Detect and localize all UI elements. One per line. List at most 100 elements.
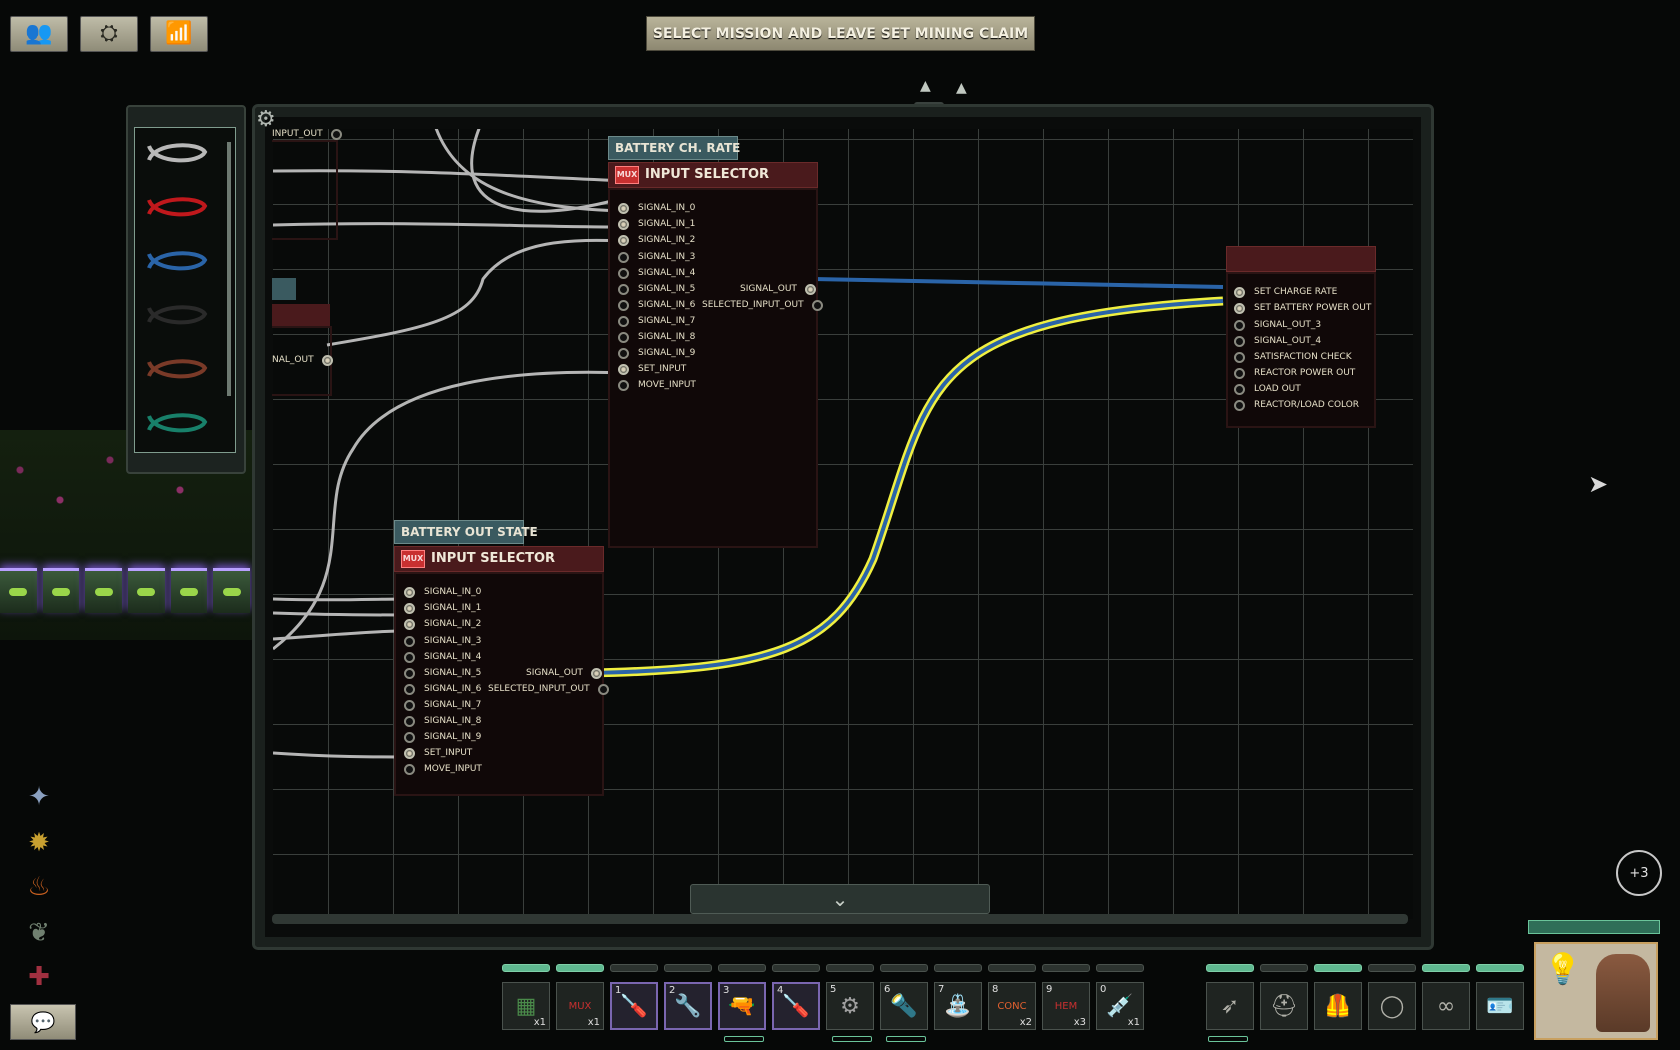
pin-load-out[interactable]: LOAD OUT [1234, 381, 1301, 397]
pin-set-charge-rate[interactable]: SET CHARGE RATE [1234, 284, 1337, 300]
crew-button[interactable]: 👥 [10, 16, 68, 52]
wire-white[interactable] [145, 138, 209, 168]
wire[interactable] [273, 597, 408, 602]
pin-signal-in-6[interactable]: SIGNAL_IN_6 [618, 297, 695, 313]
pin-reactor-load-color[interactable]: REACTOR/LOAD COLOR [1234, 397, 1359, 413]
connector[interactable] [404, 747, 415, 759]
connector[interactable] [618, 331, 629, 343]
hotbar-slot-8[interactable]: CONC 8 x2 [988, 982, 1036, 1030]
notification-badge[interactable]: +3 [1616, 850, 1662, 896]
wire-blue-connected[interactable] [812, 277, 1224, 289]
hotbar-slot-7[interactable]: ⛲ 7 [934, 982, 982, 1030]
connector[interactable] [404, 763, 415, 775]
wire-brown[interactable] [145, 354, 209, 384]
mechanic-skill-icon[interactable]: ✦ [20, 778, 58, 816]
connector[interactable] [618, 234, 629, 246]
connector[interactable] [404, 667, 415, 679]
node-header[interactable]: MUX INPUT SELECTOR [394, 546, 604, 572]
wire-blue[interactable] [145, 246, 209, 276]
fire-skill-icon[interactable]: ♨ [20, 868, 58, 906]
pin-signal-in-3[interactable]: SIGNAL_IN_3 [618, 249, 695, 265]
connector[interactable] [404, 651, 415, 663]
pin-signal-out-4[interactable]: SIGNAL_OUT_4 [1234, 333, 1321, 349]
collapse-button[interactable]: ⌄ [690, 884, 990, 914]
pin-signal-in-0[interactable]: SIGNAL_IN_0 [618, 200, 695, 216]
chat-button[interactable]: 💬 [10, 1004, 76, 1040]
pin-move-input[interactable]: MOVE_INPUT [618, 377, 696, 393]
pin-signal-out[interactable]: SIGNAL_OUT [740, 281, 816, 297]
wire-green[interactable] [145, 408, 209, 438]
pin-signal-in-7[interactable]: SIGNAL_IN_7 [404, 697, 481, 713]
wire-red[interactable] [145, 192, 209, 222]
hotbar-slot-x1[interactable]: MUX x1 [556, 982, 604, 1030]
connector[interactable] [618, 315, 629, 327]
hotbar-slot-1[interactable]: 🪛 1 [610, 982, 658, 1030]
connector[interactable] [618, 347, 629, 359]
connector[interactable] [1234, 351, 1245, 363]
pin-signal-in-8[interactable]: SIGNAL_IN_8 [618, 329, 695, 345]
pin-signal-out-3[interactable]: SIGNAL_OUT_3 [1234, 317, 1321, 333]
equipment-slot[interactable]: 🦺 [1314, 982, 1362, 1030]
pin-signal-in-1[interactable]: SIGNAL_IN_1 [618, 216, 695, 232]
connector[interactable] [618, 283, 629, 295]
pin-set-input[interactable]: SET_INPUT [618, 361, 686, 377]
node-header[interactable] [1226, 246, 1376, 272]
wire[interactable] [470, 129, 628, 213]
pin-signal-in-4[interactable]: SIGNAL_IN_4 [618, 265, 695, 281]
pin-reactor-power-out[interactable]: REACTOR POWER OUT [1234, 365, 1355, 381]
pin-set-input[interactable]: SET_INPUT [404, 745, 472, 761]
connector[interactable] [404, 602, 415, 614]
connector[interactable] [1234, 302, 1245, 314]
pin-signal-in-0[interactable]: SIGNAL_IN_0 [404, 584, 481, 600]
node-header[interactable]: MUX INPUT SELECTOR [608, 162, 818, 188]
connector[interactable] [804, 283, 816, 295]
engineer-skill-icon[interactable]: ✹ [20, 824, 58, 862]
wire[interactable] [326, 238, 628, 347]
objective-banner[interactable]: SELECT MISSION AND LEAVE SET MINING CLAI… [646, 16, 1035, 51]
wire[interactable] [273, 751, 408, 759]
pin-signal-in-7[interactable]: SIGNAL_IN_7 [618, 313, 695, 329]
pin-signal-in-4[interactable]: SIGNAL_IN_4 [404, 649, 481, 665]
equipment-slot[interactable]: 🪪 [1476, 982, 1524, 1030]
wire[interactable] [433, 129, 628, 213]
pin-set-battery-power-out[interactable]: SET BATTERY POWER OUT [1234, 300, 1371, 316]
connector[interactable] [1234, 399, 1245, 411]
equipment-slot[interactable]: ◯ [1368, 982, 1416, 1030]
palette-scrollbar[interactable] [227, 142, 231, 396]
pin-move-input[interactable]: MOVE_INPUT [404, 761, 482, 777]
connector[interactable] [618, 363, 629, 375]
wire-black[interactable] [145, 300, 209, 330]
connector[interactable] [1234, 383, 1245, 395]
connector[interactable] [618, 218, 629, 230]
connector[interactable] [330, 128, 342, 140]
hotbar-slot-9[interactable]: HEM 9 x3 [1042, 982, 1090, 1030]
hotbar-slot-x0[interactable]: ▦ x1 [502, 982, 550, 1030]
connector[interactable] [618, 299, 629, 311]
pin-signal-in-8[interactable]: SIGNAL_IN_8 [404, 713, 481, 729]
equipment-slot[interactable]: ➶ [1206, 982, 1254, 1030]
pin-signal-out[interactable]: SIGNAL_OUT [526, 665, 602, 681]
connector[interactable] [618, 267, 629, 279]
pin-signal-in-3[interactable]: SIGNAL_IN_3 [404, 633, 481, 649]
connector[interactable] [1234, 367, 1245, 379]
connector[interactable] [404, 635, 415, 647]
command-button[interactable]: ⛭ [80, 16, 138, 52]
hotbar-slot-3[interactable]: 🔫 3 [718, 982, 766, 1030]
connector[interactable] [404, 699, 415, 711]
pin-signal-in-5[interactable]: SIGNAL_IN_5 [404, 665, 481, 681]
pin-signal-in-1[interactable]: SIGNAL_IN_1 [404, 600, 481, 616]
hotbar-slot-5[interactable]: ⚙ 5 [826, 982, 874, 1030]
pin-selected-input-out[interactable]: SELECTED_INPUT_OUT [488, 681, 609, 697]
equipment-slot[interactable]: ⛑ [1260, 982, 1308, 1030]
connector[interactable] [404, 731, 415, 743]
connector[interactable] [404, 715, 415, 727]
connector[interactable] [618, 251, 629, 263]
connector[interactable] [321, 354, 333, 366]
stats-button[interactable]: 📶 [150, 16, 208, 52]
character-portrait[interactable]: 💡 [1534, 942, 1658, 1040]
medic-skill-icon[interactable]: ✚ [20, 958, 58, 996]
connector[interactable] [618, 379, 629, 391]
pin-signal-in-6[interactable]: SIGNAL_IN_6 [404, 681, 481, 697]
connector[interactable] [811, 299, 823, 311]
pin-signal-in-2[interactable]: SIGNAL_IN_2 [618, 232, 695, 248]
